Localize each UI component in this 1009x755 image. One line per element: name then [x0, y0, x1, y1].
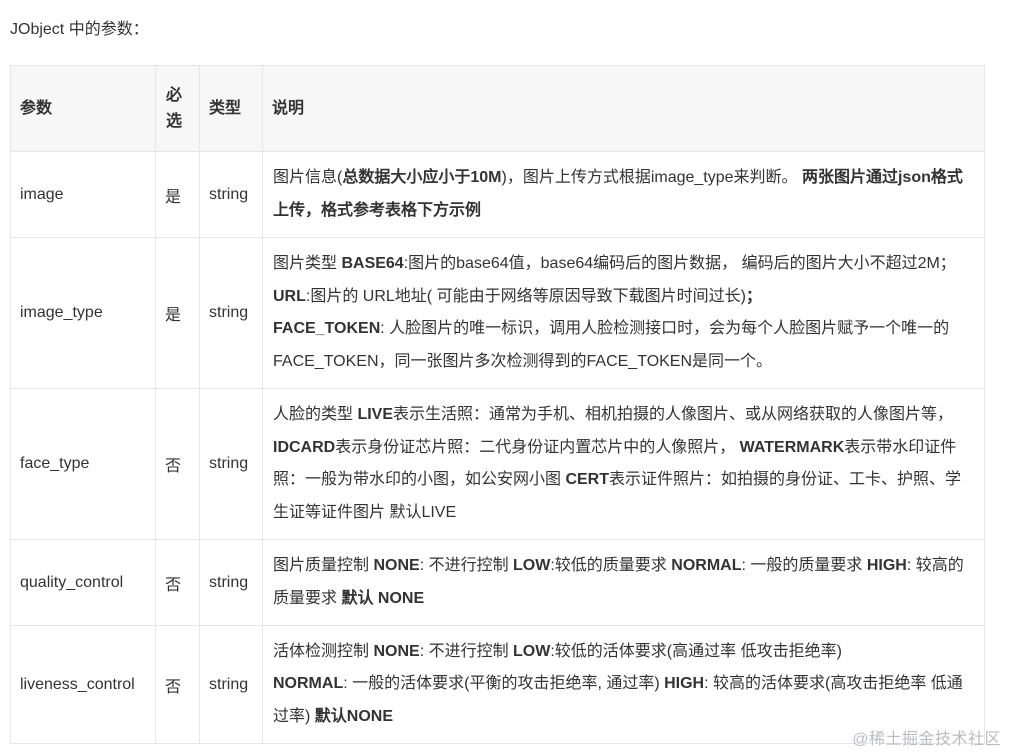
description-text: :图片的 URL地址( 可能由于网络等原因导致下载图片时间过长): [305, 287, 746, 305]
description-text: 活体检测控制: [273, 642, 374, 660]
watermark-text: @稀土掘金技术社区: [852, 731, 1001, 748]
param-type: string: [199, 237, 263, 389]
description-bold-text: URL: [273, 287, 306, 305]
param-name: image_type: [10, 237, 156, 389]
header-type: 类型: [199, 65, 263, 152]
description-text: 表示生活照：通常为手机、相机拍摄的人像图片、或从网络获取的人像图片等，: [393, 406, 954, 423]
table-row: liveness_control 否 string 活体检测控制 NONE: 不…: [10, 625, 985, 744]
param-required: 是: [155, 151, 200, 238]
description-text: :较低的质量要求: [550, 557, 672, 574]
table-header-row: 参数 必选 类型 说明: [10, 65, 985, 152]
description-bold-text: NORMAL: [273, 675, 344, 693]
description-text: 图片信息(: [273, 169, 343, 186]
description-bold-text: HIGH: [664, 675, 705, 693]
param-required: 是: [155, 237, 200, 389]
description-bold-text: NORMAL: [671, 557, 742, 574]
param-description: 图片类型 BASE64:图片的base64值，base64编码后的图片数据， 编…: [262, 237, 985, 389]
description-bold-text: ；: [745, 287, 762, 305]
param-description: 图片信息(总数据大小应小于10M)，图片上传方式根据image_type来判断。…: [262, 151, 985, 238]
description-bold-text: LOW: [513, 557, 551, 574]
description-text: 图片质量控制: [273, 557, 374, 574]
param-name: face_type: [10, 388, 156, 540]
parameters-table: 参数 必选 类型 说明 image 是 string 图片信息(总数据大小应小于…: [10, 65, 985, 744]
table-row: image 是 string 图片信息(总数据大小应小于10M)，图片上传方式根…: [10, 151, 985, 238]
param-type: string: [199, 388, 263, 540]
param-name: image: [10, 151, 156, 238]
header-name: 参数: [10, 65, 156, 152]
description-text: : 不进行控制: [419, 557, 514, 574]
description-bold-text: LOW: [513, 642, 551, 660]
description-bold-text: IDCARD: [273, 438, 336, 456]
description-text: 图片类型: [273, 255, 342, 272]
description-bold-text: 默认NONE: [314, 707, 394, 725]
description-bold-text: NONE: [373, 557, 420, 574]
description-bold-text: FACE_TOKEN: [273, 320, 381, 337]
description-text: : 不进行控制: [419, 642, 514, 660]
intro-text: JObject 中的参数：: [10, 21, 149, 38]
table-row: image_type 是 string 图片类型 BASE64:图片的base6…: [10, 237, 985, 389]
description-bold-text: 总数据大小应小于10M: [342, 169, 502, 186]
description-text: 人脸的类型: [273, 406, 358, 423]
param-required: 否: [155, 539, 200, 626]
param-type: string: [199, 625, 263, 744]
table-row: quality_control 否 string 图片质量控制 NONE: 不进…: [10, 539, 985, 626]
param-description: 图片质量控制 NONE: 不进行控制 LOW:较低的质量要求 NORMAL: 一…: [262, 539, 985, 626]
header-required: 必选: [155, 65, 200, 152]
description-text: )，图片上传方式根据image_type来判断。: [501, 169, 802, 186]
description-bold-text: BASE64: [341, 255, 404, 272]
param-name: liveness_control: [10, 625, 156, 744]
table-row: face_type 否 string 人脸的类型 LIVE表示生活照：通常为手机…: [10, 388, 985, 540]
header-description: 说明: [262, 65, 985, 152]
param-name: quality_control: [10, 539, 156, 626]
description-bold-text: 默认 NONE: [341, 589, 425, 607]
description-bold-text: HIGH: [866, 557, 907, 574]
description-bold-text: WATERMARK: [739, 438, 845, 456]
description-text: : 一般的质量要求: [741, 557, 867, 574]
description-text: : 一般的活体要求(平衡的攻击拒绝率, 通过率): [343, 675, 665, 693]
description-bold-text: LIVE: [357, 406, 394, 423]
description-bold-text: CERT: [565, 471, 610, 488]
param-type: string: [199, 151, 263, 238]
param-type: string: [199, 539, 263, 626]
description-bold-text: NONE: [373, 642, 420, 660]
description-text: :图片的base64值，base64编码后的图片数据， 编码后的图片大小不超过2…: [403, 255, 956, 272]
param-description: 人脸的类型 LIVE表示生活照：通常为手机、相机拍摄的人像图片、或从网络获取的人…: [262, 388, 985, 540]
param-required: 否: [155, 388, 200, 540]
description-text: :较低的活体要求(高通过率 低攻击拒绝率): [550, 642, 842, 660]
param-required: 否: [155, 625, 200, 744]
description-text: 表示身份证芯片照：二代身份证内置芯片中的人像照片，: [335, 438, 740, 456]
